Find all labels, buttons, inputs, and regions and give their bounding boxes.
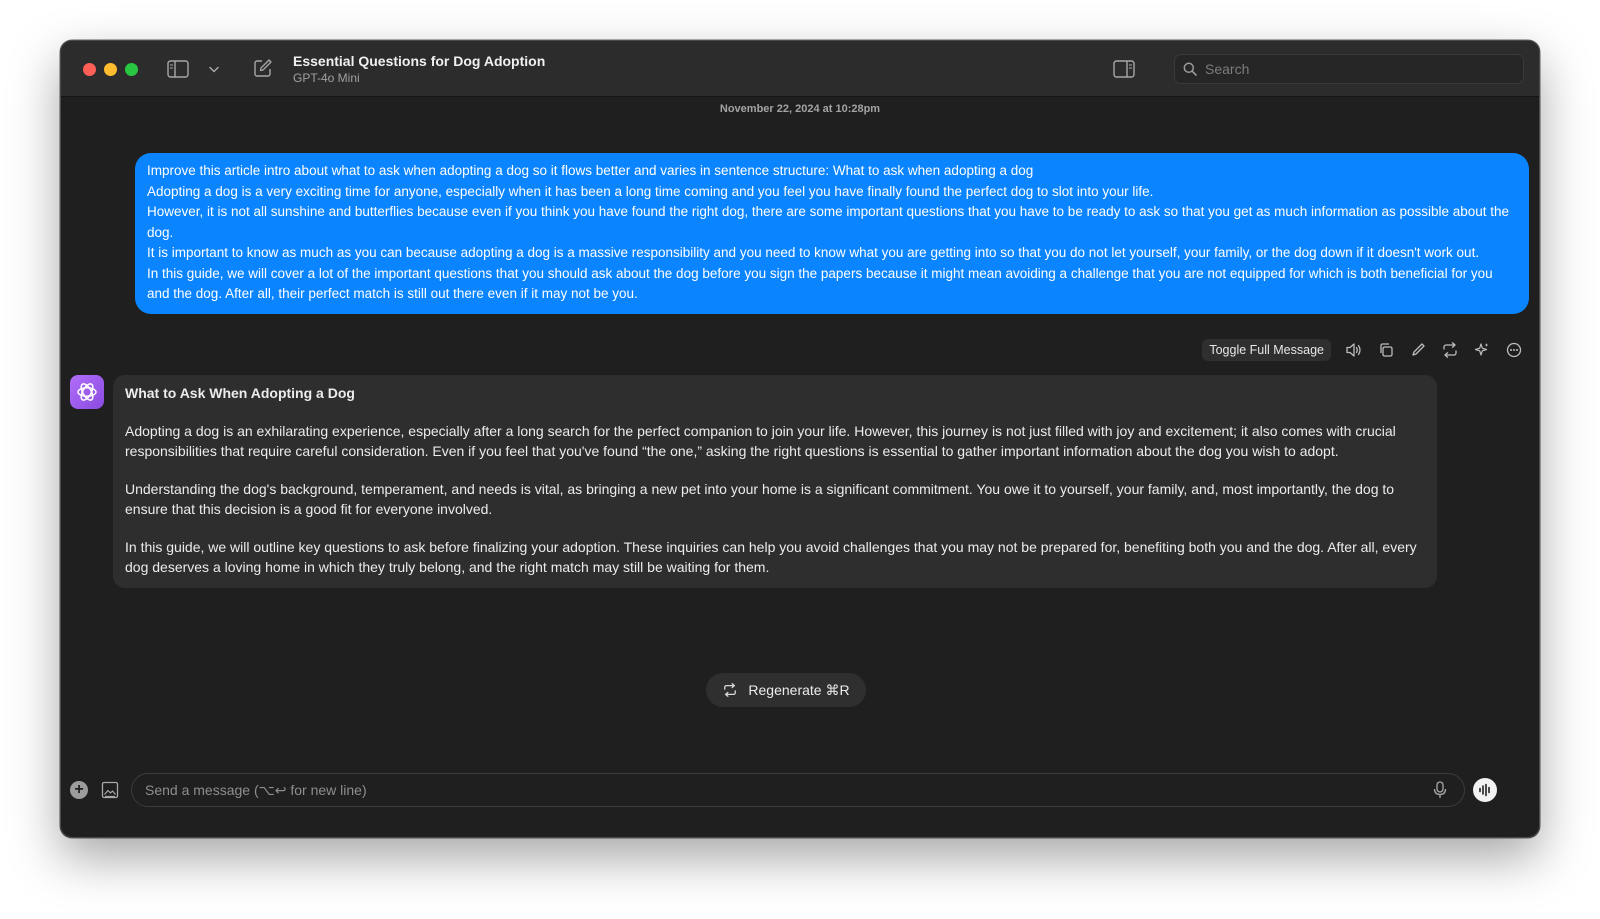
answer-title: What to Ask When Adopting a Dog	[125, 385, 355, 401]
waveform-icon	[1478, 783, 1492, 797]
answer-paragraph: Adopting a dog is an exhilarating experi…	[125, 422, 1396, 460]
title-bar: Essential Questions for Dog Adoption GPT…	[61, 41, 1539, 97]
message-input[interactable]	[131, 773, 1465, 807]
answer-paragraph: Understanding the dog's background, temp…	[125, 480, 1395, 518]
user-message-line: Adopting a dog is a very exciting time f…	[147, 183, 1154, 199]
user-message-line: In this guide, we will cover a lot of th…	[147, 265, 1493, 302]
user-message-bubble[interactable]: Improve this article intro about what to…	[135, 153, 1529, 314]
sidebar-toggle-icon[interactable]	[167, 59, 189, 79]
user-message-line: Improve this article intro about what to…	[147, 163, 1034, 178]
user-message-line: It is important to know as much as you c…	[147, 245, 1480, 260]
image-attach-icon[interactable]	[101, 781, 119, 804]
search-field[interactable]: Search	[1174, 54, 1524, 84]
model-name: GPT-4o Mini	[293, 71, 360, 85]
regenerate-label: Regenerate ⌘R	[748, 681, 850, 698]
user-message-line: However, it is not all sunshine and butt…	[147, 204, 1510, 240]
conversation-timestamp: November 22, 2024 at 10:28pm	[719, 103, 881, 115]
chat-window: Essential Questions for Dog Adoption GPT…	[60, 40, 1540, 838]
regenerate-icon	[722, 683, 738, 697]
chevron-down-icon[interactable]	[208, 62, 220, 76]
new-chat-icon[interactable]	[253, 58, 273, 78]
assistant-avatar	[70, 375, 104, 409]
search-placeholder: Search	[1205, 61, 1250, 77]
edit-icon[interactable]	[1409, 341, 1427, 359]
more-icon[interactable]	[1505, 341, 1523, 359]
plus-icon[interactable]: +	[70, 781, 88, 799]
title-block: Essential Questions for Dog Adoption GPT…	[293, 53, 545, 85]
copy-icon[interactable]	[1377, 341, 1395, 359]
assistant-message-bubble[interactable]: What to Ask When Adopting a Dog Adopting…	[113, 375, 1437, 588]
inspector-toggle-icon[interactable]	[1113, 59, 1135, 79]
zoom-window-button[interactable]	[125, 63, 138, 76]
conversation-title: Essential Questions for Dog Adoption	[293, 53, 546, 69]
openai-logo-icon	[75, 380, 99, 404]
retry-icon[interactable]	[1441, 341, 1459, 359]
speaker-icon[interactable]	[1345, 341, 1363, 359]
message-actions: Toggle Full Message	[1202, 339, 1523, 361]
search-icon	[1183, 62, 1197, 76]
close-window-button[interactable]	[83, 63, 96, 76]
sparkle-icon[interactable]	[1473, 341, 1491, 359]
regenerate-button[interactable]: Regenerate ⌘R	[706, 673, 866, 707]
answer-paragraph: In this guide, we will outline key quest…	[125, 538, 1417, 576]
toggle-full-message-button[interactable]: Toggle Full Message	[1202, 339, 1331, 361]
voice-mode-button[interactable]	[1473, 778, 1497, 802]
microphone-icon[interactable]	[1433, 781, 1447, 804]
composer: +	[61, 773, 1539, 807]
minimize-window-button[interactable]	[104, 63, 117, 76]
